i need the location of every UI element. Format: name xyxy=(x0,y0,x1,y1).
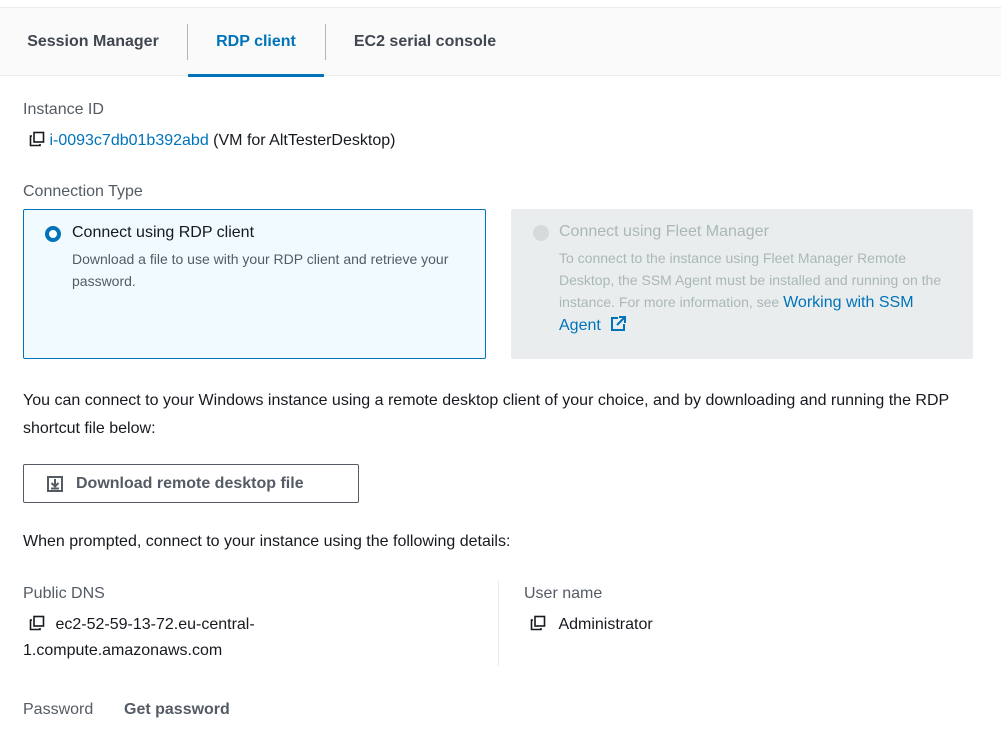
user-name-label: User name xyxy=(524,585,603,602)
external-link-icon xyxy=(609,315,627,340)
instance-name: (VM for AltTesterDesktop) xyxy=(213,132,396,149)
download-button-label: Download remote desktop file xyxy=(76,474,304,492)
column-divider xyxy=(498,581,499,666)
download-icon xyxy=(46,475,64,493)
get-password-link[interactable]: Get password xyxy=(124,701,230,719)
fleet-manager-option-description: To connect to the instance using Fleet M… xyxy=(559,247,954,340)
rdp-client-option-title: Connect using RDP client xyxy=(72,224,255,241)
rdp-client-option-description: Download a file to use with your RDP cli… xyxy=(72,251,449,289)
copy-icon[interactable] xyxy=(29,615,45,631)
fleet-manager-option-card: Connect using Fleet Manager To connect t… xyxy=(511,209,973,359)
download-remote-desktop-file-button[interactable]: Download remote desktop file xyxy=(23,464,359,503)
rdp-client-radio[interactable] xyxy=(45,226,61,242)
public-dns-label: Public DNS xyxy=(23,585,105,602)
top-border xyxy=(0,0,1001,8)
tab-rdp-client[interactable]: RDP client xyxy=(188,8,324,77)
tab-bar: Session Manager RDP client EC2 serial co… xyxy=(0,8,1001,77)
copy-icon[interactable] xyxy=(29,131,45,147)
rdp-client-option-card[interactable]: Connect using RDP client Download a file… xyxy=(23,209,486,359)
instance-id-row: i-0093c7db01b392abd (VM for AltTesterDes… xyxy=(29,131,395,150)
fleet-manager-radio xyxy=(533,225,549,241)
connection-type-label: Connection Type xyxy=(23,183,143,200)
intro-text: You can connect to your Windows instance… xyxy=(23,392,949,437)
instance-id-link[interactable]: i-0093c7db01b392abd xyxy=(49,132,208,149)
public-dns-value-line1: ec2-52-59-13-72.eu-central- xyxy=(29,615,255,634)
password-label: Password xyxy=(23,701,94,718)
prompt-text: When prompted, connect to your instance … xyxy=(23,533,511,550)
tab-session-manager[interactable]: Session Manager xyxy=(0,8,186,76)
instance-id-label: Instance ID xyxy=(23,101,104,118)
copy-icon[interactable] xyxy=(530,615,546,631)
public-dns-value-line2: 1.compute.amazonaws.com xyxy=(23,642,223,659)
fleet-manager-option-title: Connect using Fleet Manager xyxy=(559,223,769,240)
public-dns-text-line1: ec2-52-59-13-72.eu-central- xyxy=(55,616,255,633)
user-name-value: Administrator xyxy=(530,615,653,634)
tab-ec2-serial-console[interactable]: EC2 serial console xyxy=(326,8,524,76)
user-name-text: Administrator xyxy=(558,616,653,633)
